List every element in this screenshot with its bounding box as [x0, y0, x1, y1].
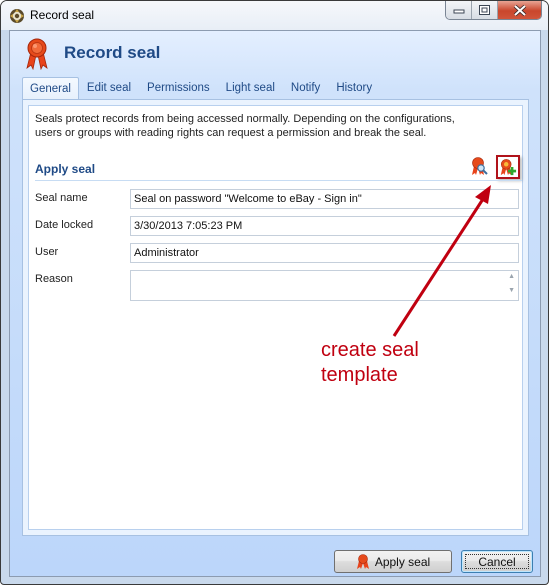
- record-seal-window: Record seal Record seal General Edit sea…: [0, 0, 549, 585]
- apply-seal-section-title: Apply seal: [35, 162, 96, 176]
- apply-seal-button[interactable]: Apply seal: [334, 550, 452, 573]
- app-icon: [10, 9, 24, 23]
- seal-ribbon-icon: [26, 38, 48, 70]
- focus-rectangle: [465, 554, 529, 569]
- seal-ribbon-icon: [356, 553, 369, 569]
- window-controls: [445, 1, 542, 20]
- annotation-line-2: template: [321, 364, 398, 386]
- minimize-button[interactable]: [446, 1, 472, 19]
- tab-history[interactable]: History: [328, 77, 380, 99]
- tab-notify[interactable]: Notify: [283, 77, 328, 99]
- tab-light-seal[interactable]: Light seal: [218, 77, 283, 99]
- reason-label: Reason: [35, 273, 73, 285]
- seal-description: Seals protect records from being accesse…: [35, 112, 475, 140]
- tab-permissions[interactable]: Permissions: [139, 77, 218, 99]
- annotation-line-1: create seal: [321, 339, 419, 361]
- apply-seal-label: Apply seal: [374, 554, 431, 569]
- seal-name-label: Seal name: [35, 192, 88, 204]
- scroll-down-icon[interactable]: ▼: [508, 287, 515, 294]
- description-line-1: Seals protect records from being accesse…: [35, 113, 455, 125]
- tab-strip: General Edit seal Permissions Light seal…: [22, 77, 380, 101]
- dialog-client-area: Record seal General Edit seal Permission…: [9, 30, 541, 577]
- minimize-icon: [453, 9, 464, 14]
- general-content: Seals protect records from being accesse…: [28, 105, 523, 530]
- create-seal-template-icon: [500, 159, 517, 176]
- user-label: User: [35, 246, 59, 258]
- view-seal-icon[interactable]: [469, 156, 489, 176]
- general-tab-panel: Seals protect records from being accesse…: [22, 99, 529, 536]
- tab-general[interactable]: General: [22, 77, 79, 101]
- reason-field[interactable]: ▲ ▼: [130, 270, 519, 301]
- date-locked-label: Date locked: [35, 219, 94, 231]
- restore-icon: [479, 5, 490, 15]
- section-divider: [35, 180, 522, 181]
- dialog-heading: Record seal: [64, 43, 161, 62]
- window-title: Record seal: [30, 8, 95, 22]
- description-line-2: users or groups with reading rights can …: [35, 127, 427, 139]
- cancel-button[interactable]: Cancel: [461, 550, 533, 573]
- close-icon: [513, 4, 526, 16]
- scroll-up-icon[interactable]: ▲: [508, 273, 515, 280]
- annotation-text: create seal template: [321, 338, 419, 388]
- maximize-button[interactable]: [472, 1, 498, 19]
- close-button[interactable]: [498, 1, 541, 19]
- user-field[interactable]: Administrator: [130, 243, 519, 263]
- seal-name-field[interactable]: Seal on password "Welcome to eBay - Sign…: [130, 189, 519, 209]
- date-locked-field[interactable]: 3/30/2013 7:05:23 PM: [130, 216, 519, 236]
- tab-edit-seal[interactable]: Edit seal: [79, 77, 139, 99]
- create-seal-template-button[interactable]: [496, 155, 520, 179]
- title-bar[interactable]: Record seal: [1, 1, 548, 30]
